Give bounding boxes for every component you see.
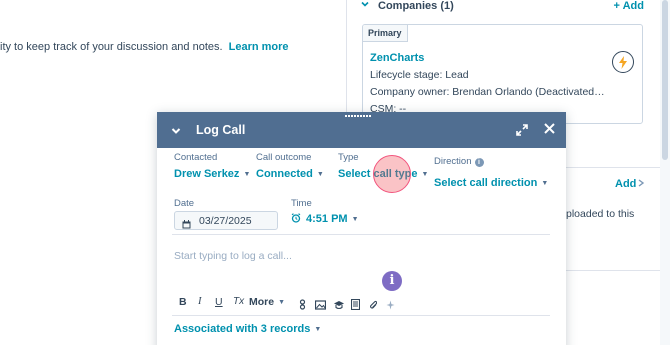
companies-title: Companies (1)	[378, 0, 454, 12]
chevron-right-icon[interactable]	[637, 178, 645, 191]
alarm-clock-icon	[291, 213, 301, 223]
learn-more-link[interactable]: Learn more	[229, 41, 289, 53]
divider	[172, 315, 550, 316]
helper-text: ity to keep track of your discussion and…	[0, 41, 223, 53]
associations-label: Associated with 3 records	[174, 323, 311, 335]
call-direction-value: Select call direction	[434, 177, 538, 189]
time-label: Time	[291, 198, 312, 209]
call-outcome-dropdown[interactable]: Connected ▼	[256, 168, 324, 180]
contacted-label: Contacted	[174, 152, 218, 163]
italic-button[interactable]: I	[198, 296, 202, 307]
contacted-value: Drew Serkez	[174, 168, 240, 180]
info-icon[interactable]: i	[382, 271, 402, 291]
section-divider	[566, 270, 660, 271]
close-icon[interactable]	[543, 122, 556, 135]
underline-button[interactable]: U	[215, 296, 223, 308]
bold-button[interactable]: B	[179, 296, 187, 308]
associations-dropdown[interactable]: Associated with 3 records ▼	[174, 323, 321, 335]
time-dropdown[interactable]: 4:51 PM ▼	[291, 213, 359, 225]
call-type-value: Select call type	[338, 168, 418, 180]
caret-down-icon: ▼	[421, 171, 429, 178]
more-label: More	[249, 296, 275, 308]
company-name-link[interactable]: ZenCharts	[370, 52, 424, 64]
caret-down-icon: ▼	[278, 299, 286, 306]
info-icon[interactable]: i	[474, 158, 484, 167]
caret-down-icon: ▼	[316, 171, 324, 178]
attachments-text: ploaded to this	[566, 208, 635, 220]
date-value: 03/27/2025	[199, 215, 252, 227]
knowledge-base-icon[interactable]	[333, 297, 345, 310]
company-owner: Company owner: Brendan Orlando (Deactiva…	[370, 86, 605, 98]
modal-header[interactable]: Log Call	[157, 112, 566, 148]
collapse-chevron-icon[interactable]	[170, 124, 182, 136]
caret-down-icon: ▼	[541, 180, 549, 187]
type-label: Type	[338, 152, 359, 163]
chevron-down-icon[interactable]	[360, 0, 370, 9]
clear-format-button[interactable]: Tx	[233, 296, 244, 307]
date-input[interactable]: 03/27/2025	[174, 211, 278, 230]
scrollbar[interactable]	[662, 0, 668, 160]
more-button[interactable]: More ▼	[249, 296, 285, 308]
activity-helper-text: ity to keep track of your discussion and…	[0, 41, 289, 53]
direction-label: Direction i	[434, 156, 484, 167]
primary-tag: Primary	[363, 25, 408, 42]
add-company-button[interactable]: + Add	[614, 0, 644, 12]
modal-title: Log Call	[196, 123, 246, 137]
lightning-icon[interactable]	[612, 51, 634, 73]
company-card: Primary ZenCharts Lifecycle stage: Lead …	[362, 24, 643, 124]
contacted-dropdown[interactable]: Drew Serkez ▼	[174, 168, 250, 180]
divider	[172, 234, 550, 235]
expand-icon[interactable]	[516, 123, 528, 136]
caret-down-icon: ▼	[314, 326, 322, 333]
caret-down-icon: ▼	[243, 171, 251, 178]
caret-down-icon: ▼	[351, 216, 359, 223]
calendar-icon	[182, 216, 191, 229]
drag-handle[interactable]	[345, 115, 379, 121]
image-icon[interactable]	[314, 297, 327, 310]
companies-section-header[interactable]: Companies (1) + Add	[356, 0, 656, 14]
call-direction-dropdown[interactable]: Select call direction ▼	[434, 177, 548, 189]
add-section-button[interactable]: Add	[615, 178, 636, 190]
call-type-dropdown[interactable]: Select call type ▼	[338, 168, 428, 180]
direction-label-text: Direction	[434, 156, 472, 167]
call-outcome-value: Connected	[256, 168, 313, 180]
snippet-icon[interactable]	[298, 297, 307, 310]
time-value: 4:51 PM	[306, 213, 348, 225]
lifecycle-stage: Lifecycle stage: Lead	[370, 69, 469, 81]
sparkle-icon[interactable]	[386, 297, 395, 310]
attachment-icon[interactable]	[368, 297, 378, 309]
document-icon[interactable]	[350, 297, 361, 311]
call-outcome-label: Call outcome	[256, 152, 312, 163]
notes-editor[interactable]: Start typing to log a call...	[174, 250, 292, 262]
date-label: Date	[174, 198, 195, 209]
section-divider	[566, 167, 660, 168]
